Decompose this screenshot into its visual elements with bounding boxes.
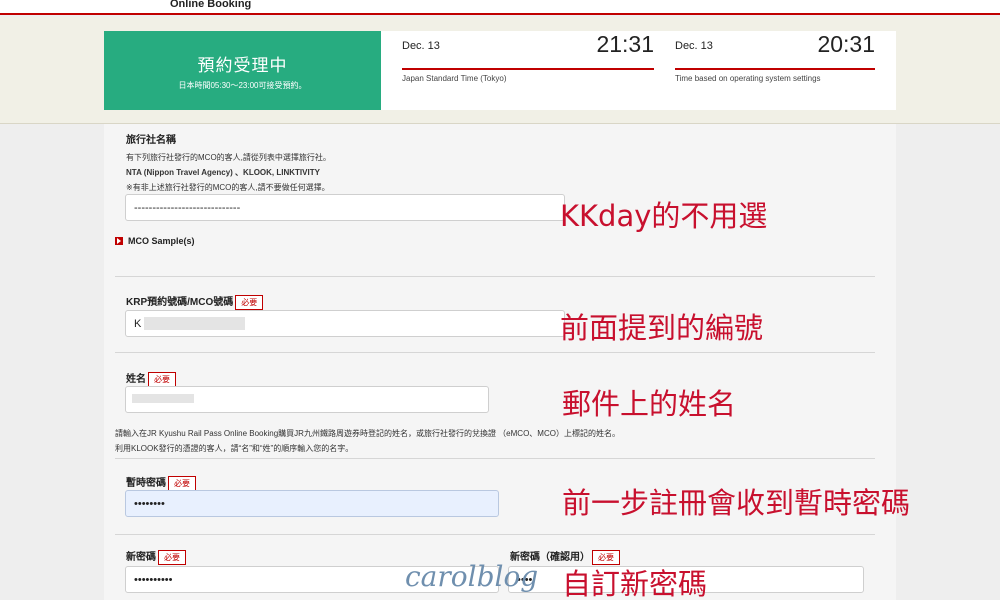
clock-time: 20:31 bbox=[817, 31, 875, 57]
login-form: 旅行社名稱 有下列旅行社發行的MCO的客人,請從列表中選擇旅行社。 NTA (N… bbox=[104, 124, 896, 600]
required-badge: 必要 bbox=[158, 549, 186, 565]
agency-select[interactable]: ----------------------------- bbox=[125, 194, 565, 221]
name-note-1: 請輸入在JR Kyushu Rail Pass Online Booking購買… bbox=[115, 429, 620, 438]
annotation-agency: KKday的不用選 bbox=[560, 199, 768, 233]
divider bbox=[115, 276, 875, 277]
clock-time: 21:31 bbox=[596, 31, 654, 57]
temp-password-label: 暫時密碼 必要 bbox=[126, 474, 196, 491]
required-badge: 必要 bbox=[168, 475, 196, 491]
annotation-temp-password: 前一步註冊會收到暫時密碼 bbox=[562, 486, 911, 520]
clock-divider bbox=[402, 68, 654, 70]
temp-password-input[interactable]: •••••••• bbox=[125, 490, 499, 517]
annotation-name: 郵件上的姓名 bbox=[562, 387, 737, 421]
required-badge: 必要 bbox=[235, 294, 264, 310]
clock-divider bbox=[675, 68, 875, 70]
divider bbox=[115, 458, 875, 459]
required-badge: 必要 bbox=[148, 371, 176, 387]
booking-status-title: 預約受理中 bbox=[197, 56, 288, 75]
clock-caption: Time based on operating system settings bbox=[675, 74, 821, 83]
clock-local: Dec. 13 20:31 Time based on operating sy… bbox=[675, 31, 875, 110]
krp-number-value: K bbox=[134, 317, 142, 330]
annotation-new-password: 自訂新密碼 bbox=[562, 567, 708, 600]
krp-label-text: KRP預約號碼/MCO號碼 bbox=[126, 297, 234, 308]
mco-sample-label: MCO Sample(s) bbox=[128, 236, 195, 246]
krp-label: KRP預約號碼/MCO號碼 必要 bbox=[126, 293, 264, 310]
new-password-label-text: 新密碼 bbox=[126, 552, 156, 563]
new-password-label: 新密碼 必要 bbox=[126, 548, 186, 565]
booking-hours: 日本時間05:30～23:00可接受預約。 bbox=[178, 81, 307, 90]
agency-label: 旅行社名稱 bbox=[126, 135, 176, 146]
new-password-value: •••••••••• bbox=[134, 573, 173, 586]
booking-status-box: 預約受理中 日本時間05:30～23:00可接受預約。 bbox=[104, 31, 381, 110]
clock-panel: Dec. 13 21:31 Japan Standard Time (Tokyo… bbox=[381, 31, 896, 110]
agency-note-3: ※有非上述旅行社發行的MCO的客人,請不要做任何選擇。 bbox=[126, 183, 330, 192]
clock-japan: Dec. 13 21:31 Japan Standard Time (Tokyo… bbox=[402, 31, 654, 110]
redacted-text bbox=[144, 317, 245, 330]
temp-password-value: •••••••• bbox=[134, 497, 165, 510]
temp-password-label-text: 暫時密碼 bbox=[126, 478, 166, 489]
annotation-krp: 前面提到的編號 bbox=[560, 311, 764, 345]
name-note-2: 利用KLOOK發行的憑證的客人，請“名”和“姓”的順序輸入您的名字。 bbox=[115, 444, 354, 453]
redacted-text bbox=[132, 394, 194, 403]
name-label: 姓名 必要 bbox=[126, 370, 176, 387]
clock-caption: Japan Standard Time (Tokyo) bbox=[402, 74, 507, 83]
brand-title: Online Booking bbox=[170, 0, 252, 10]
mco-sample-link[interactable]: MCO Sample(s) bbox=[115, 236, 195, 246]
name-label-text: 姓名 bbox=[126, 374, 146, 385]
divider bbox=[115, 534, 875, 535]
clock-date: Dec. 13 bbox=[402, 40, 440, 52]
clock-date: Dec. 13 bbox=[675, 40, 713, 52]
top-bar: Online Booking bbox=[0, 0, 1000, 15]
agency-note-2: NTA (Nippon Travel Agency) 、KLOOK, LINKT… bbox=[126, 168, 320, 177]
agency-select-value: ----------------------------- bbox=[134, 201, 241, 214]
watermark: carolblog bbox=[405, 560, 539, 593]
status-banner: 預約受理中 日本時間05:30～23:00可接受預約。 Dec. 13 21:3… bbox=[0, 17, 1000, 124]
agency-note-1: 有下列旅行社發行的MCO的客人,請從列表中選擇旅行社。 bbox=[126, 153, 331, 162]
play-icon bbox=[115, 237, 123, 245]
divider bbox=[115, 352, 875, 353]
